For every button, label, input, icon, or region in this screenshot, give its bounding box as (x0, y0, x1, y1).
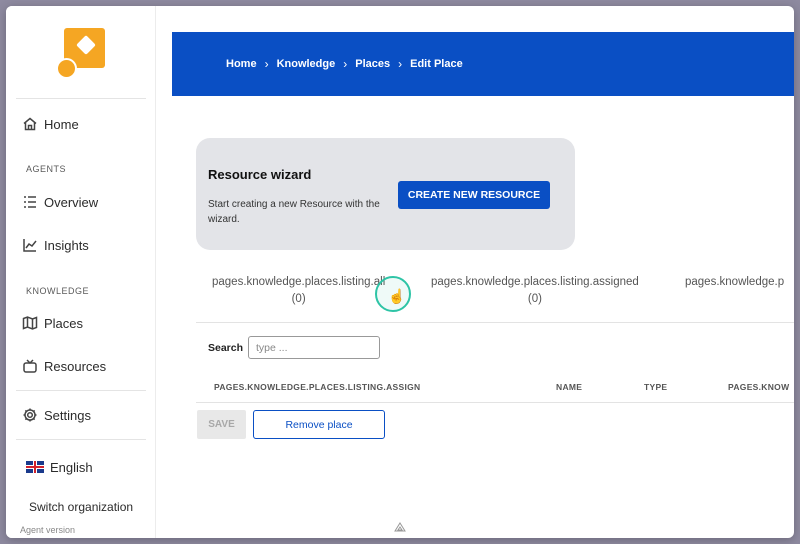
chevron-right-icon: › (343, 57, 348, 71)
save-button[interactable]: SAVE (197, 410, 246, 439)
sidebar-item-insights[interactable]: Insights (22, 235, 89, 255)
tab-label: pages.knowledge.places.listing.assigned (431, 276, 639, 288)
map-icon (22, 316, 38, 330)
sidebar-item-label: Insights (44, 237, 89, 253)
sidebar-item-resources[interactable]: Resources (22, 356, 106, 376)
sidebar-item-settings[interactable]: Settings (22, 405, 91, 425)
app-window: Home AGENTS Overview Insights KNOWLEDGE … (6, 6, 794, 538)
column-header-extra[interactable]: PAGES.KNOW (728, 382, 794, 392)
sidebar-item-label: Overview (44, 194, 99, 210)
app-logo[interactable] (56, 28, 106, 80)
language-selector[interactable]: English (26, 457, 93, 477)
tab-label: pages.knowledge.p (685, 276, 785, 288)
tv-icon (23, 359, 37, 373)
triangle-logo-icon (394, 522, 406, 532)
breadcrumb-places[interactable]: Places (355, 58, 390, 70)
sidebar: Home AGENTS Overview Insights KNOWLEDGE … (6, 6, 156, 538)
breadcrumb-knowledge[interactable]: Knowledge (277, 58, 336, 70)
tab-unassigned[interactable]: pages.knowledge.p (685, 276, 794, 288)
section-label-agents: AGENTS (26, 164, 67, 174)
breadcrumb-edit-place: Edit Place (410, 58, 463, 70)
list-icon (24, 196, 36, 208)
chart-line-icon (23, 239, 37, 252)
sidebar-item-label: Resources (44, 358, 107, 374)
tab-count: (0) (291, 293, 306, 305)
chevron-right-icon: › (398, 57, 403, 71)
column-header-type[interactable]: TYPE (644, 382, 667, 392)
agent-version: Agent version (20, 525, 76, 535)
wizard-description: Start creating a new Resource with the w… (208, 199, 380, 225)
gear-icon (23, 408, 37, 422)
wizard-title: Resource wizard (208, 167, 312, 182)
tab-count: (0) (527, 293, 542, 305)
sidebar-item-label: Places (44, 315, 84, 331)
search-input[interactable] (248, 336, 380, 359)
tab-assigned[interactable]: pages.knowledge.places.listing.assigned … (431, 276, 639, 305)
sidebar-item-label: Settings (44, 407, 91, 423)
tabs-divider (196, 322, 794, 323)
sidebar-divider (16, 439, 146, 440)
switch-organization-label: Switch organization (29, 500, 134, 514)
table-divider (196, 402, 794, 403)
breadcrumb-home[interactable]: Home (226, 58, 257, 70)
remove-place-button[interactable]: Remove place (253, 410, 385, 439)
resource-wizard-card: Resource wizard Start creating a new Res… (196, 138, 575, 250)
section-label-knowledge: KNOWLEDGE (26, 286, 90, 296)
hand-pointer-icon: ☝ (388, 288, 406, 304)
column-header-name[interactable]: NAME (556, 382, 582, 392)
sidebar-divider (16, 390, 146, 391)
sidebar-item-places[interactable]: Places (22, 313, 83, 333)
sidebar-item-label: Home (44, 116, 79, 132)
language-label: English (50, 459, 93, 475)
search-label: Search (208, 342, 244, 354)
breadcrumb: Home › Knowledge › Places › Edit Place (226, 57, 463, 71)
tab-label: pages.knowledge.places.listing.all (212, 276, 386, 288)
sidebar-divider (16, 98, 146, 99)
tab-all[interactable]: pages.knowledge.places.listing.all (0) (212, 276, 385, 305)
switch-organization-link[interactable]: Switch organization (29, 497, 133, 517)
header-bar: Home › Knowledge › Places › Edit Place (172, 32, 794, 96)
sidebar-item-home[interactable]: Home (22, 114, 79, 134)
chevron-right-icon: › (264, 57, 269, 71)
home-icon (23, 117, 37, 131)
sidebar-item-overview[interactable]: Overview (22, 192, 98, 212)
create-new-resource-button[interactable]: CREATE NEW RESOURCE (398, 181, 550, 209)
uk-flag-icon (26, 461, 44, 473)
column-header-assign[interactable]: PAGES.KNOWLEDGE.PLACES.LISTING.ASSIGN (214, 382, 420, 392)
